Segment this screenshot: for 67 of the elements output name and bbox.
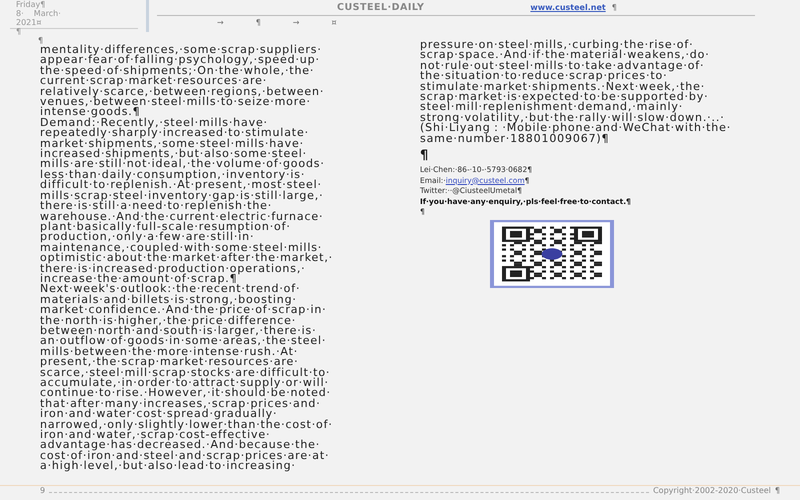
article-text-line: optimistic·about·the·market·after·the·market,·: [40, 253, 334, 264]
paragraph-mark: ¶: [774, 486, 780, 495]
article-text-line: the·north·is·higher,·the·price·difference·: [40, 316, 296, 326]
article-text-line: scarce,·steel·mill·scrap·stocks·are·difficult·to·: [40, 368, 332, 378]
article-text-line: not·rule·out·steel·mills·to·take·advantage·of·: [420, 60, 704, 72]
article-text-line: mentality·differences,·some·scrap·suppliers·: [40, 45, 323, 56]
article-text-line: increased·shipments,·but·also·some·steel·: [40, 149, 308, 160]
article-text-line: intense·goods.¶: [40, 107, 140, 118]
article-text-line: strong·volatility,·but·the·rally·will·slow·down.·..·: [420, 112, 725, 124]
article-text-line: stimulate·market·shipments.·Next·week,·the·: [420, 82, 706, 92]
article-text-line: less·than·daily·consumption,·inventory·is·: [40, 170, 306, 180]
article-text-line: advantage·has·decreased.·And·because·the·: [40, 440, 320, 451]
article-text-line: warehouse.·And·the·current·electric·furnace·: [40, 212, 324, 222]
article-text-line: continue·to·rise.·However,·it·should·be·noted·: [40, 388, 332, 399]
header-date: Friday¶: [16, 0, 46, 9]
article-text-line: (Shi·Liyang：·Mobile·phone·and·WeChat·with·the·: [420, 123, 732, 134]
article-text-line: relatively·scarce,·between·regions,·between·: [40, 86, 326, 98]
article-text-line: there·is·increased·production·operations,·: [40, 264, 306, 274]
article-text-line: scrap·space.·And·if·the·material·weakens,·do·: [420, 50, 711, 61]
newsletter-title: CUSTEEL·DAILY: [337, 2, 424, 13]
article-text-line: materials·and·billets·is·strong,·boosting·: [40, 294, 297, 306]
header-date: 2021¤: [16, 18, 42, 27]
formatting-mark: →: [217, 18, 224, 27]
article-text-line: mills·are·still·not·ideal,·the·volume·of·goods·: [40, 159, 326, 170]
article-text-line: cost·of·iron·and·steel·and·scrap·prices·are·at·: [40, 450, 330, 462]
page-number: 9: [40, 486, 46, 495]
paragraph-mark: ¶: [420, 148, 430, 164]
article-text-line: venues,·between·steel·mills·to·seize·more·: [40, 97, 311, 108]
article-text-line: Demand:·Recently,·steel·mills·have·: [40, 118, 268, 128]
article-text-line: market·confidence.·And·the·price·of·scrap·in·: [40, 305, 328, 316]
article-text-line: the·situation·to·reduce·scrap·prices·to·: [420, 71, 668, 82]
article-text-line: pressure·on·steel·mills,·curbing·the·rise·of·: [420, 40, 694, 50]
paragraph-mark: ¶: [38, 36, 44, 45]
article-text-line: between·north·and·south·is·larger,·there·is·: [40, 326, 316, 336]
article-text-line: steel·mill·replenishment·demand,·mainly·: [420, 102, 684, 113]
copyright-text: Copyright·2002-2020·Custeel: [653, 486, 771, 495]
article-text-line: increase·the·amount·of·scrap.¶: [40, 274, 238, 284]
article-text-line: plant·basically·full-scale·resumption·of·: [40, 222, 291, 232]
paragraph-mark: ¶: [16, 27, 22, 36]
article-text-line: there·is·still·a·need·to·replenish·the·: [40, 201, 272, 212]
article-text-line: present,·the·scrap·market·resources·are·: [40, 357, 299, 368]
article-text-line: repeatedly·sharply·increased·to·stimulate·: [40, 128, 310, 139]
article-text-line: maintenance,·coupled·with·some·steel·mills·: [40, 242, 322, 254]
article-text-line: current·scrap·market·resources·are·: [40, 76, 268, 87]
article-text-line: market·shipments,·some·steel·mills·have·: [40, 138, 304, 150]
article-text-line: an·outflow·of·goods·in·some·areas,·the·steel·: [40, 336, 328, 347]
article-text-line: Next·week's·outlook:·the·recent·trend·of·: [40, 284, 302, 295]
article-text-line: appear·fear·of·falling·psychology,·speed·up·: [40, 55, 321, 66]
formatting-mark: →: [292, 18, 300, 27]
header-date: 8· March·: [16, 9, 62, 18]
article-text-line: mills·scrap·steel·inventory·gap·is·still·large,·: [40, 190, 324, 202]
article-text-line: iron·and·water·cost·spread·gradually·: [40, 409, 278, 420]
formatting-mark: ¤: [332, 18, 337, 27]
article-text-line: production,·only·a·few·are·still·in·: [40, 232, 254, 243]
paragraph-mark: ¶: [612, 3, 617, 12]
article-text-line: difficult·to·replenish.·At·present,·most·steel·: [40, 180, 323, 191]
website-link[interactable]: www.custeel.net: [530, 3, 606, 12]
article-text-line: iron·and·water,·scrap·cost-effective·: [40, 430, 270, 440]
article-text-line: mills·between·the·more·intense·rush.·At·: [40, 346, 298, 358]
article-text-line: accumulate,·in·order·to·attract·supply·or·will·: [40, 378, 330, 388]
formatting-mark: ¶: [256, 18, 261, 27]
article-text-line: that·after·many·increases,·scrap·prices·and·: [40, 398, 321, 410]
article-text-line: same·number·18801009067)¶: [420, 134, 610, 144]
article-text-line: scrap·market·is·expected·to·be·supported·by·: [420, 92, 710, 102]
article-text-line: narrowed,·only·slightly·lower·than·the·cost·of·: [40, 420, 334, 430]
article-text-line: a·high·level,·but·also·lead·to·increasing·: [40, 461, 296, 472]
article-text-line: the·speed·of·shipments;·On·the·whole,·the·: [40, 66, 314, 76]
